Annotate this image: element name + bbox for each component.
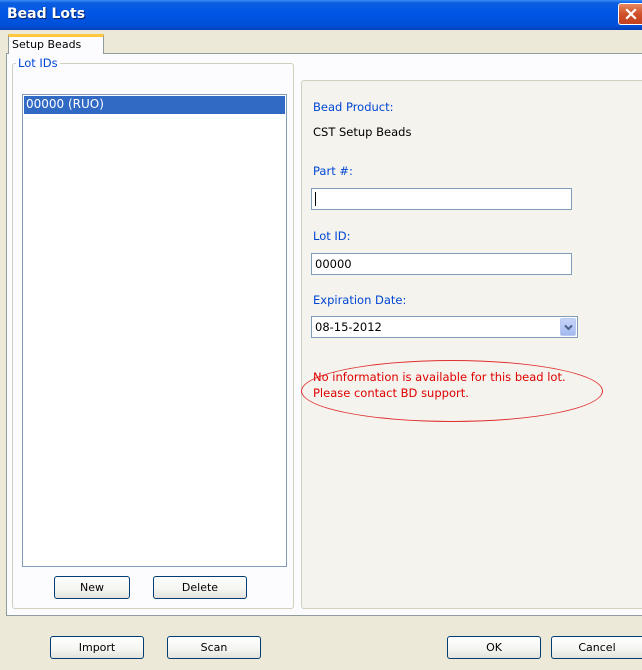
lot-id-field[interactable]: 00000	[311, 253, 572, 275]
list-item[interactable]: 00000 (RUO)	[24, 96, 285, 114]
bead-product-label: Bead Product:	[313, 100, 394, 114]
expiration-date-select[interactable]: 08-15-2012	[311, 316, 578, 338]
lot-ids-group-label: Lot IDs	[16, 56, 60, 70]
text-caret	[315, 192, 316, 206]
window-title: Bead Lots	[7, 6, 86, 22]
part-number-field[interactable]	[311, 188, 572, 210]
ok-button[interactable]: OK	[447, 636, 541, 659]
title-bar: Bead Lots	[0, 0, 642, 30]
lot-ids-list[interactable]: 00000 (RUO)	[22, 94, 287, 567]
error-message: No information is available for this bea…	[313, 370, 566, 400]
chevron-down-icon	[563, 324, 573, 330]
dropdown-button[interactable]	[560, 318, 576, 336]
expiration-date-value: 08-15-2012	[315, 320, 382, 334]
tab-setup-beads[interactable]: Setup Beads	[8, 34, 104, 54]
expiration-date-label: Expiration Date:	[313, 293, 407, 307]
bead-product-value: CST Setup Beads	[313, 125, 412, 139]
close-icon	[624, 8, 637, 20]
import-button[interactable]: Import	[50, 636, 144, 659]
new-button[interactable]: New	[54, 576, 130, 599]
detail-panel	[301, 80, 642, 609]
scan-button[interactable]: Scan	[167, 636, 261, 659]
lot-id-label: Lot ID:	[313, 229, 351, 243]
close-button[interactable]	[618, 3, 642, 25]
delete-button[interactable]: Delete	[153, 576, 247, 599]
cancel-button[interactable]: Cancel	[551, 636, 642, 659]
part-number-label: Part #:	[313, 164, 353, 178]
